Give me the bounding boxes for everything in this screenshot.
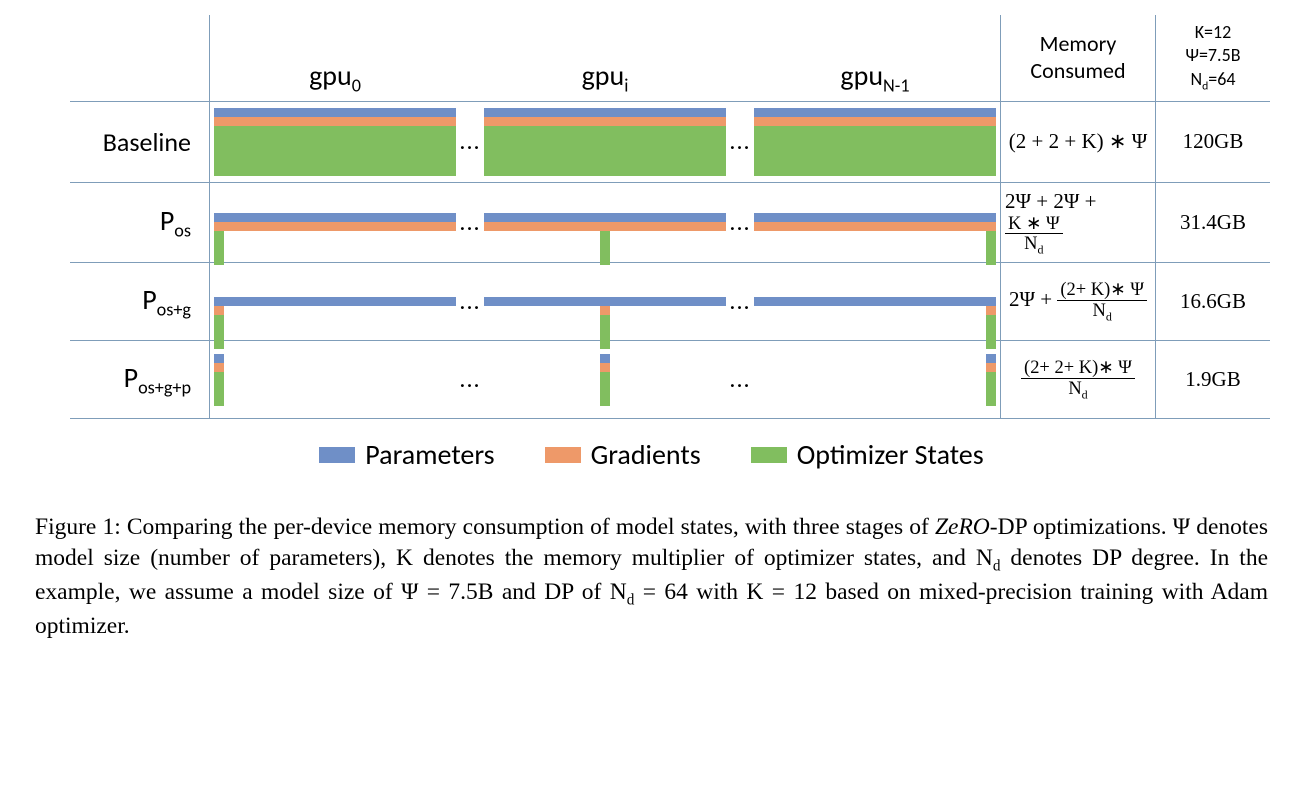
dots: ... <box>730 102 750 183</box>
pos-gpui <box>480 183 730 264</box>
posg-gpui <box>480 263 730 341</box>
figure-caption: Figure 1: Comparing the per-device memor… <box>30 482 1273 642</box>
baseline-value: 120GB <box>1155 102 1270 183</box>
posg-label: Pos+g <box>70 263 210 341</box>
example-header: K=12 Ψ=7.5B Nd=64 <box>1155 15 1270 102</box>
figure: gpu0 gpui gpuN-1 Memory Consumed K=12 Ψ=… <box>30 15 1273 482</box>
dots: ... <box>730 183 750 264</box>
corner <box>70 15 210 102</box>
baseline-formula: (2 + 2 + K) ∗ Ψ <box>1000 102 1155 183</box>
dots: ... <box>460 102 480 183</box>
posg-value: 16.6GB <box>1155 263 1270 341</box>
gpui-header: gpui <box>480 15 730 102</box>
baseline-gpui <box>480 102 730 183</box>
dots: ... <box>460 341 480 419</box>
dots <box>730 15 750 102</box>
legend: Parameters Gradients Optimizer States <box>70 419 1233 482</box>
dots <box>460 15 480 102</box>
baseline-gpu0 <box>210 102 460 183</box>
posgp-value: 1.9GB <box>1155 341 1270 419</box>
pos-gpun <box>750 183 1000 264</box>
posg-gpu0 <box>210 263 460 341</box>
pos-value: 31.4GB <box>1155 183 1270 264</box>
legend-gradients: Gradients <box>545 437 701 472</box>
legend-optimizer: Optimizer States <box>751 437 984 472</box>
pos-gpu0 <box>210 183 460 264</box>
dots: ... <box>730 263 750 341</box>
dots: ... <box>730 341 750 419</box>
pos-label: Pos <box>70 183 210 264</box>
gpu0-header: gpu0 <box>210 15 460 102</box>
gpun-header: gpuN-1 <box>750 15 1000 102</box>
posg-formula: 2Ψ + (2+ K)∗ ΨNd <box>1000 263 1155 341</box>
posgp-formula: (2+ 2+ K)∗ ΨNd <box>1000 341 1155 419</box>
posg-gpun <box>750 263 1000 341</box>
posgp-gpu0 <box>210 341 460 419</box>
zero-diagram: gpu0 gpui gpuN-1 Memory Consumed K=12 Ψ=… <box>70 15 1233 419</box>
baseline-gpun <box>750 102 1000 183</box>
dots: ... <box>460 183 480 264</box>
posgp-label: Pos+g+p <box>70 341 210 419</box>
legend-parameters: Parameters <box>319 437 494 472</box>
posgp-gpui <box>480 341 730 419</box>
dots: ... <box>460 263 480 341</box>
pos-formula: 2Ψ + 2Ψ + K ∗ ΨNd <box>1000 183 1155 264</box>
posgp-gpun <box>750 341 1000 419</box>
memory-header: Memory Consumed <box>1000 15 1155 102</box>
baseline-label: Baseline <box>70 102 210 183</box>
